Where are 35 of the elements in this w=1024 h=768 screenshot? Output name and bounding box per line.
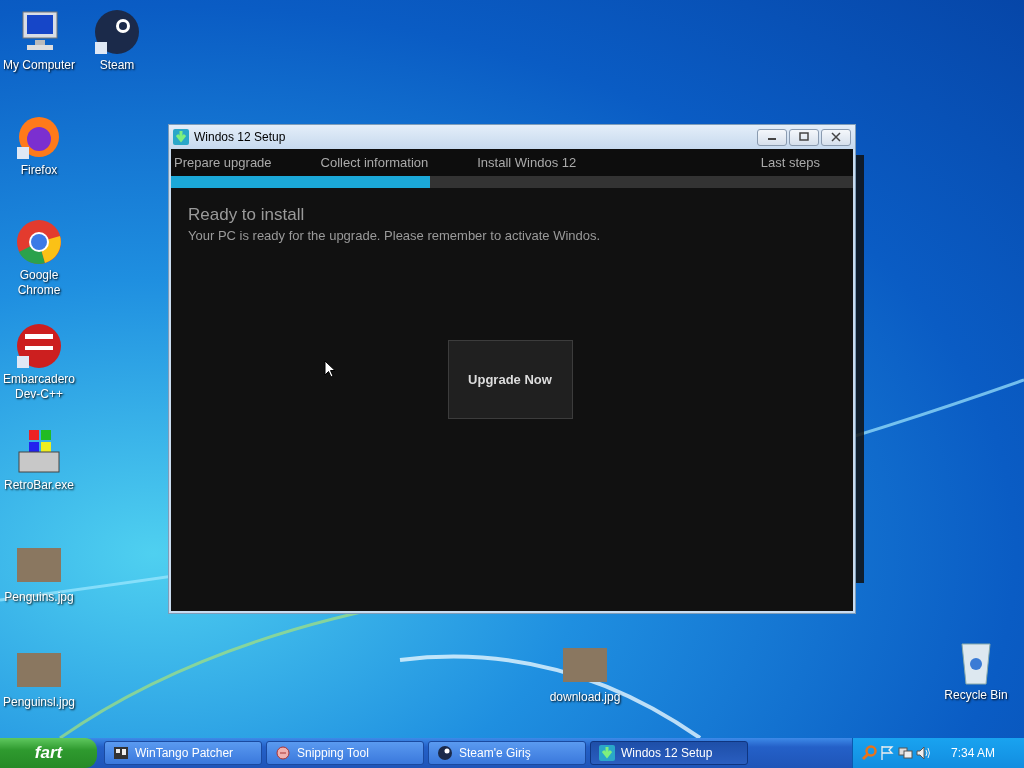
download-icon [173,129,189,145]
taskbar-button[interactable]: Snipping Tool [266,741,424,765]
desktop-icon-label[interactable]: download.jpg [546,690,624,705]
step-label: Collect information [320,155,429,170]
desktop-icon-label[interactable]: Google Chrome [0,268,78,298]
cursor-icon [324,360,336,378]
window-title: Windos 12 Setup [194,130,287,144]
step-label: Install Windos 12 [477,155,577,170]
desktop-icon-label[interactable]: Recycle Bin [937,688,1015,703]
close-icon [831,132,841,142]
upgrade-now-button[interactable]: Upgrade Now [447,340,573,419]
desktop-icon-label[interactable]: Firefox [0,163,78,178]
network-icon[interactable] [897,745,913,761]
maximize-icon [799,132,809,142]
desktop-icon-label[interactable]: Steam [78,58,156,73]
step-label: Last steps [760,155,820,170]
taskbar-button[interactable]: Steam'e Giriş [428,741,586,765]
taskbar-button[interactable]: Windos 12 Setup [590,741,748,765]
desktop-icon-label[interactable]: Embarcadero Dev-C++ [0,372,78,402]
desktop-icon-label[interactable]: Penguins.jpg [0,590,78,605]
desktop-icon-label[interactable]: RetroBar.exe [0,478,78,493]
flag-icon[interactable] [879,745,895,761]
message-text: Your PC is ready for the upgrade. Please remember to activate Windos. [188,228,602,243]
speaker-icon[interactable] [915,745,931,761]
download-icon [599,745,615,761]
clock: 7:34 AM [951,746,996,760]
minimize-button[interactable] [757,128,787,146]
desktop-icon-label[interactable]: Penguinsl.jpg [0,695,78,710]
start-button[interactable]: fart [0,738,97,768]
maximize-button[interactable] [789,128,819,146]
taskbar-button[interactable]: WinTango Patcher [104,741,262,765]
heading: Ready to install [188,205,306,225]
step-label: Prepare upgrade [174,155,272,170]
desktop-icon-label[interactable]: My Computer [0,58,78,73]
close-button[interactable] [821,128,851,146]
